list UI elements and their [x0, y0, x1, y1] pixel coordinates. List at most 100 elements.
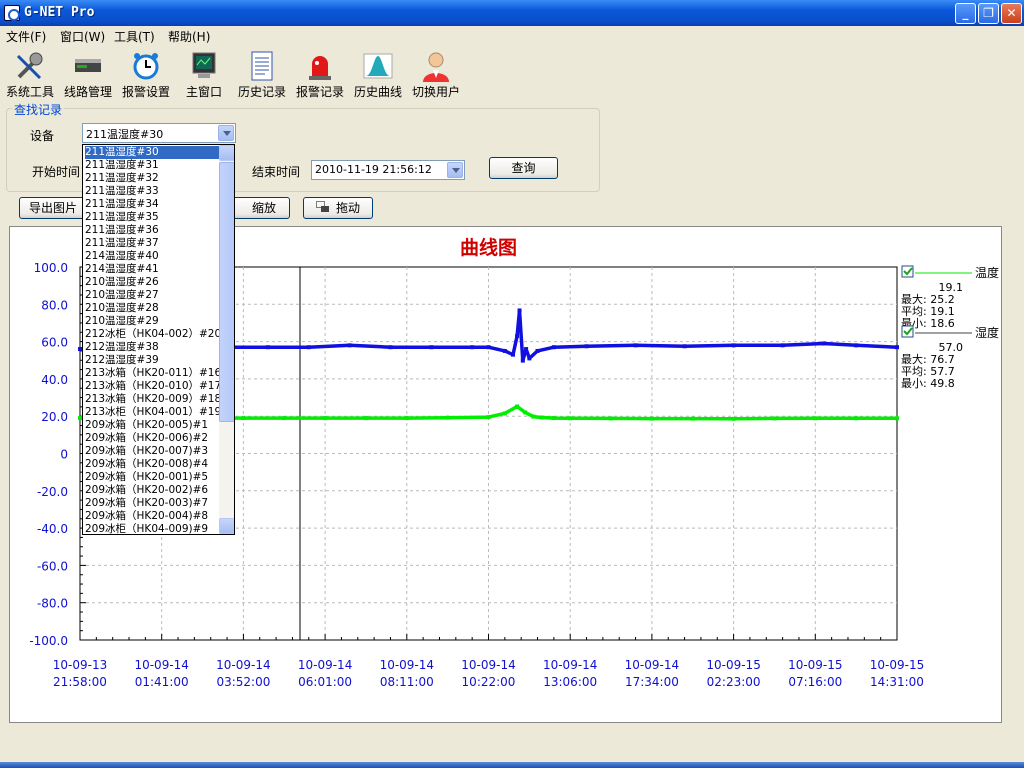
dropdown-option[interactable]: 211温湿度#36 [85, 224, 221, 237]
legend-name: 温度 [975, 265, 999, 280]
series-point [404, 416, 409, 421]
dropdown-option[interactable]: 210温湿度#26 [85, 276, 221, 289]
dropdown-option[interactable]: 210温湿度#28 [85, 302, 221, 315]
x-tick-time: 08:11:00 [380, 675, 434, 689]
device-select-value: 211温湿度#30 [86, 128, 164, 141]
drag-button[interactable]: 拖动 [303, 197, 373, 219]
dropdown-option[interactable]: 209冰箱（HK20-006)#2 [85, 432, 221, 445]
legend-stat-max: 最大: 25.2 [901, 292, 955, 306]
dropdown-option[interactable]: 214温湿度#41 [85, 263, 221, 276]
dropdown-option[interactable]: 211温湿度#31 [85, 159, 221, 172]
dropdown-option[interactable]: 209冰柜（HK04-009)#9 [85, 523, 221, 534]
tool-label: 历史记录 [237, 85, 286, 99]
device-dropdown-list[interactable]: 211温湿度#30 211温湿度#31 211温湿度#32 211温湿度#33 211温… [82, 144, 235, 535]
dropdown-option[interactable]: 210温湿度#29 [85, 315, 221, 328]
dropdown-option[interactable]: 213冰箱（HK20-011）#16 [85, 367, 221, 380]
x-tick-date: 10-09-14 [380, 658, 434, 672]
alarm-clock-icon [133, 53, 159, 80]
tool-line-management[interactable]: 线路管理 [58, 46, 118, 100]
dropdown-option[interactable]: 211温湿度#30 [84, 145, 222, 160]
dropdown-option[interactable]: 209冰箱（HK20-005)#1 [85, 419, 221, 432]
minimize-button[interactable]: _ [955, 3, 976, 24]
dropdown-option[interactable]: 209冰箱（HK20-008)#4 [85, 458, 221, 471]
scroll-thumb[interactable] [219, 162, 234, 422]
series-point [551, 345, 556, 350]
restore-button[interactable]: ❐ [978, 3, 999, 24]
series-point [821, 341, 826, 346]
menu-file[interactable]: 文件(F) [6, 28, 46, 45]
dropdown-option[interactable]: 212冰柜（HK04-002）#20 [85, 328, 221, 341]
x-tick-date: 10-09-14 [625, 658, 679, 672]
dropdown-option[interactable]: 209冰箱（HK20-002)#6 [85, 484, 221, 497]
series-point [584, 344, 589, 349]
dropdown-option[interactable]: 212温湿度#39 [85, 354, 221, 367]
series-point [813, 416, 818, 421]
tool-history-records[interactable]: 历史记录 [232, 46, 292, 100]
series-point [531, 414, 536, 419]
dropdown-option[interactable]: 209冰箱（HK20-004)#8 [85, 510, 221, 523]
tool-label: 系统工具 [5, 85, 54, 99]
dropdown-option[interactable]: 212温湿度#38 [85, 341, 221, 354]
monitor-icon [192, 52, 216, 78]
scroll-down-button[interactable] [219, 518, 234, 534]
scroll-up-button[interactable] [219, 145, 234, 161]
menu-window[interactable]: 窗口(W) [60, 28, 105, 45]
y-tick-label: 20.0 [41, 410, 68, 424]
dropdown-option[interactable]: 213冰箱（HK20-010）#17 [85, 380, 221, 393]
close-button[interactable]: ✕ [1001, 3, 1022, 24]
dropdown-option[interactable]: 211温湿度#33 [85, 185, 221, 198]
tool-label: 线路管理 [63, 85, 112, 99]
series-point [633, 343, 638, 348]
chevron-down-icon[interactable] [447, 162, 463, 178]
dropdown-option[interactable]: 211温湿度#32 [85, 172, 221, 185]
y-tick-label: 40.0 [41, 373, 68, 387]
tool-switch-user[interactable]: 切换用户 [406, 46, 466, 100]
tool-label: 报警记录 [295, 85, 344, 99]
menu-bar: 文件(F) 窗口(W) 工具(T) 帮助(H) [0, 26, 1024, 46]
menu-tools[interactable]: 工具(T) [114, 28, 155, 45]
y-tick-label: 80.0 [41, 298, 68, 312]
dropdown-option[interactable]: 211温湿度#37 [85, 237, 221, 250]
dropdown-option[interactable]: 210温湿度#27 [85, 289, 221, 302]
series-point [306, 345, 311, 350]
series-point [772, 416, 777, 421]
dropdown-option[interactable]: 213冰柜（HK04-001）#19 [85, 406, 221, 419]
dropdown-option[interactable]: 209冰箱（HK20-001)#5 [85, 471, 221, 484]
series-point [323, 416, 328, 421]
series-point [502, 348, 507, 353]
y-tick-label: 60.0 [41, 336, 68, 350]
tool-history-curve[interactable]: 历史曲线 [348, 46, 408, 100]
y-tick-label: 0 [60, 448, 68, 462]
menu-help[interactable]: 帮助(H) [168, 28, 210, 45]
export-image-button[interactable]: 导出图片 [19, 197, 87, 219]
window-title: G-NET Pro [24, 5, 95, 20]
dropdown-scrollbar[interactable] [219, 145, 234, 534]
x-tick-date: 10-09-14 [543, 658, 597, 672]
dropdown-option[interactable]: 214温湿度#40 [85, 250, 221, 263]
tool-system-tools[interactable]: 系统工具 [0, 46, 60, 100]
dropdown-option[interactable]: 209冰箱（HK20-007)#3 [85, 445, 221, 458]
dropdown-option[interactable]: 209冰箱（HK20-003)#7 [85, 497, 221, 510]
legend-stat-min: 最小: 49.8 [901, 377, 955, 390]
series-point [854, 416, 859, 421]
dropdown-option[interactable]: 211温湿度#35 [85, 211, 221, 224]
series-point [895, 345, 899, 350]
tool-alarm-records[interactable]: 报警记录 [290, 46, 350, 100]
end-time-picker[interactable]: 2010-11-19 21:56:12 [311, 160, 465, 180]
series-point [388, 345, 393, 350]
tool-alarm-settings[interactable]: 报警设置 [116, 46, 176, 100]
dropdown-option[interactable]: 213冰箱（HK20-009）#18 [85, 393, 221, 406]
series-point [486, 345, 491, 350]
document-icon [251, 51, 273, 81]
taskbar-edge [0, 762, 1024, 768]
legend-stat-max: 最大: 76.7 [901, 352, 955, 366]
tool-label: 主窗口 [185, 85, 222, 99]
tool-main-window[interactable]: 主窗口 [174, 46, 234, 100]
chevron-down-icon[interactable] [218, 125, 234, 141]
series-point [515, 334, 520, 339]
query-button[interactable]: 查询 [489, 157, 558, 179]
dropdown-option[interactable]: 211温湿度#34 [85, 198, 221, 211]
device-select[interactable]: 211温湿度#30 [82, 123, 236, 143]
series-point [895, 416, 899, 421]
x-tick-time: 01:41:00 [135, 675, 189, 689]
